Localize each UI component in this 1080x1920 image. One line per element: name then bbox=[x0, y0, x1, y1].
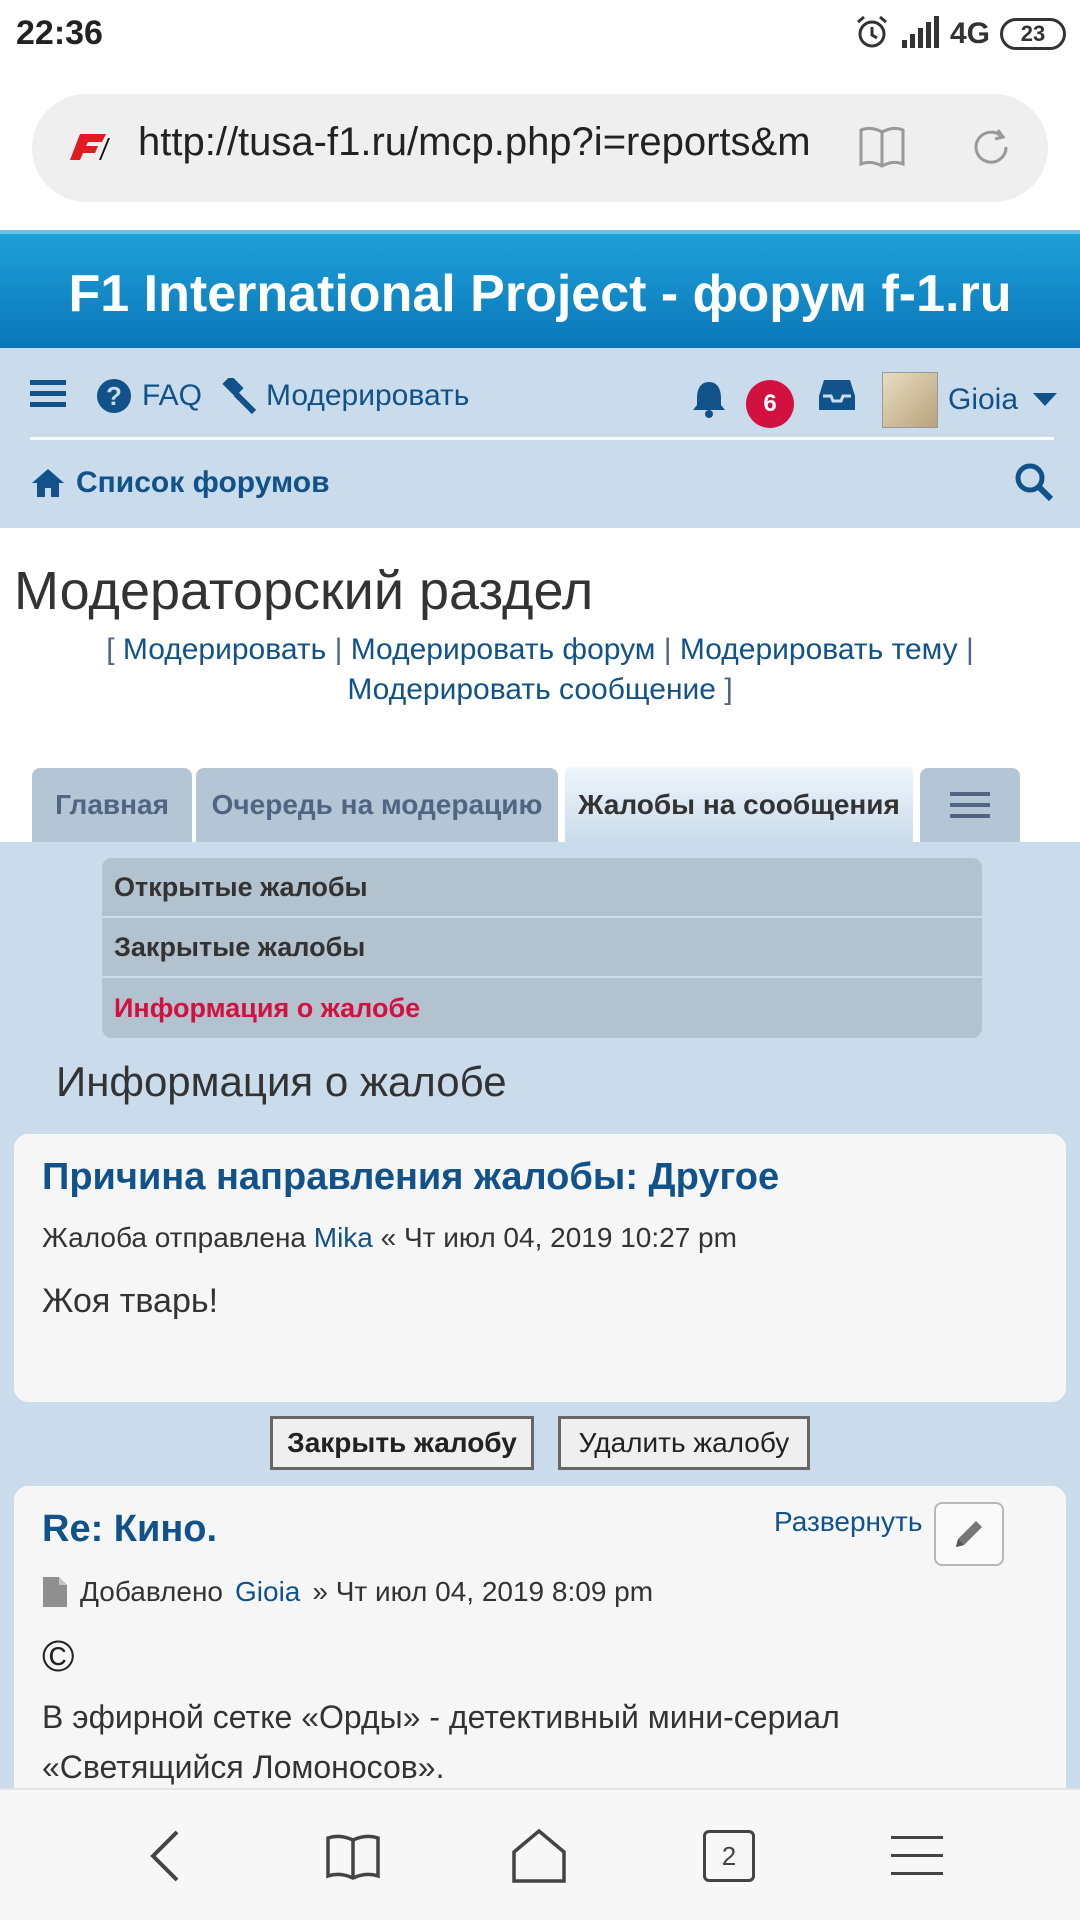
report-card: Причина направления жалобы: Другое Жалоб… bbox=[14, 1134, 1066, 1402]
moderate-link[interactable]: Модерировать bbox=[218, 378, 469, 414]
site-title[interactable]: F1 International Project - форум f-1.ru bbox=[0, 264, 1080, 324]
signal-icon bbox=[900, 15, 940, 53]
page-title: Модераторский раздел bbox=[14, 561, 594, 621]
reader-mode-icon[interactable] bbox=[858, 124, 906, 175]
bracket-open: [ bbox=[106, 633, 115, 666]
bracket-close: ] bbox=[724, 673, 733, 706]
url-text[interactable]: http://tusa-f1.ru/mcp.php?i=reports&m bbox=[138, 120, 838, 165]
report-author-link[interactable]: Mika bbox=[314, 1222, 373, 1253]
book-icon bbox=[326, 1834, 380, 1880]
post-title[interactable]: Re: Кино. bbox=[42, 1508, 217, 1551]
status-icons: 4G 23 bbox=[854, 12, 1066, 56]
main-panel: Открытые жалобы Закрытые жалобы Информац… bbox=[0, 842, 1080, 1806]
search-icon[interactable] bbox=[1014, 462, 1054, 507]
post-meta-date: » Чт июл 04, 2019 8:09 pm bbox=[312, 1576, 654, 1607]
notifications-icon[interactable] bbox=[690, 378, 728, 418]
tab-moderation-queue[interactable]: Очередь на модерацию bbox=[196, 768, 558, 842]
post-file-icon[interactable] bbox=[42, 1576, 68, 1608]
report-meta-prefix: Жалоба отправлена bbox=[42, 1222, 306, 1253]
tab-more[interactable] bbox=[920, 768, 1020, 842]
separator: | bbox=[663, 633, 672, 666]
back-arrow-icon bbox=[150, 1830, 179, 1882]
submenu-item-closed-reports[interactable]: Закрытые жалобы bbox=[102, 918, 982, 978]
gavel-icon bbox=[222, 378, 257, 414]
battery-indicator: 23 bbox=[1000, 18, 1066, 50]
hamburger-icon bbox=[950, 792, 990, 818]
site-favicon-icon bbox=[66, 130, 110, 169]
post-meta-prefix: Добавлено bbox=[80, 1576, 223, 1607]
mcp-tabs: Главная Очередь на модерацию Жалобы на с… bbox=[0, 764, 1080, 842]
tabs-count: 2 bbox=[703, 1830, 755, 1882]
status-time: 22:36 bbox=[16, 14, 103, 52]
nav-row-secondary: Список форумов bbox=[30, 456, 1054, 516]
alarm-icon bbox=[854, 14, 890, 55]
post-text: В эфирной сетке «Орды» - детективный мин… bbox=[42, 1699, 840, 1785]
caret-down-icon bbox=[1033, 393, 1058, 406]
inbox-icon[interactable] bbox=[818, 378, 856, 412]
tab-reports[interactable]: Жалобы на сообщения bbox=[562, 764, 916, 842]
user-menu[interactable]: Gioia bbox=[882, 372, 1058, 428]
edit-post-button[interactable] bbox=[934, 1502, 1004, 1566]
url-bar[interactable]: http://tusa-f1.ru/mcp.php?i=reports&m bbox=[32, 94, 1048, 202]
nav-row-main: ? FAQ Модерировать 6 Gioia bbox=[30, 368, 1058, 440]
reload-icon[interactable] bbox=[968, 124, 1014, 175]
faq-link[interactable]: ? FAQ bbox=[96, 378, 202, 414]
back-button[interactable] bbox=[130, 1824, 200, 1888]
faq-label: FAQ bbox=[142, 379, 203, 412]
link-moderate[interactable]: Модерировать bbox=[123, 633, 326, 666]
moderate-label: Модерировать bbox=[266, 379, 470, 412]
help-icon: ? bbox=[97, 379, 131, 413]
report-body: Жоя тварь! bbox=[42, 1282, 219, 1320]
browser-bottom-bar: 2 bbox=[0, 1788, 1080, 1920]
link-moderate-forum[interactable]: Модерировать форум bbox=[351, 633, 656, 666]
report-heading: Причина направления жалобы: Другое bbox=[42, 1156, 780, 1198]
report-meta: Жалоба отправлена Mika « Чт июл 04, 2019… bbox=[42, 1222, 737, 1254]
reports-submenu: Открытые жалобы Закрытые жалобы Информац… bbox=[102, 858, 982, 1038]
tabs-button[interactable]: 2 bbox=[694, 1824, 764, 1888]
submenu-item-open-reports[interactable]: Открытые жалобы bbox=[102, 858, 982, 918]
moderation-links: [ Модерировать | Модерировать форум | Мо… bbox=[60, 630, 1020, 710]
copyright-sign: © bbox=[42, 1632, 75, 1681]
pencil-icon bbox=[956, 1521, 982, 1547]
home-outline-icon bbox=[512, 1828, 566, 1883]
link-moderate-post[interactable]: Модерировать сообщение bbox=[347, 673, 716, 706]
username: Gioia bbox=[948, 383, 1019, 416]
submenu-item-report-details[interactable]: Информация о жалобе bbox=[102, 978, 982, 1038]
post-author-link[interactable]: Gioia bbox=[235, 1576, 300, 1608]
close-report-button[interactable]: Закрыть жалобу bbox=[270, 1416, 534, 1470]
expand-link[interactable]: Развернуть bbox=[774, 1506, 922, 1538]
delete-report-button[interactable]: Удалить жалобу bbox=[558, 1416, 810, 1470]
post-meta: Добавлено Gioia » Чт июл 04, 2019 8:09 p… bbox=[42, 1576, 653, 1608]
home-icon bbox=[32, 469, 64, 497]
bookmarks-button[interactable] bbox=[318, 1824, 388, 1888]
site-header: F1 International Project - форум f-1.ru bbox=[0, 230, 1080, 348]
link-moderate-topic[interactable]: Модерировать тему bbox=[680, 633, 958, 666]
forums-list-label: Список форумов bbox=[76, 466, 330, 499]
menu-icon[interactable] bbox=[30, 378, 66, 410]
svg-text:?: ? bbox=[106, 381, 122, 411]
report-meta-date: « Чт июл 04, 2019 10:27 pm bbox=[380, 1222, 737, 1253]
separator: | bbox=[965, 633, 974, 666]
post-card: Re: Кино. Развернуть Добавлено Gioia » Ч… bbox=[14, 1486, 1066, 1806]
separator: | bbox=[334, 633, 343, 666]
forums-list-link[interactable]: Список форумов bbox=[30, 466, 330, 500]
home-button[interactable] bbox=[504, 1824, 574, 1888]
menu-lines-icon bbox=[891, 1836, 943, 1875]
avatar bbox=[882, 372, 938, 428]
notifications-count[interactable]: 6 bbox=[746, 380, 794, 428]
browser-menu-button[interactable] bbox=[882, 1824, 952, 1888]
navbar: ? FAQ Модерировать 6 Gioia Список форумо… bbox=[0, 348, 1080, 528]
tab-main[interactable]: Главная bbox=[32, 768, 192, 842]
report-actions: Закрыть жалобу Удалить жалобу bbox=[0, 1416, 1080, 1472]
section-title: Информация о жалобе bbox=[56, 1058, 507, 1105]
status-bar: 22:36 4G 23 bbox=[0, 0, 1080, 68]
network-type: 4G bbox=[949, 17, 990, 50]
